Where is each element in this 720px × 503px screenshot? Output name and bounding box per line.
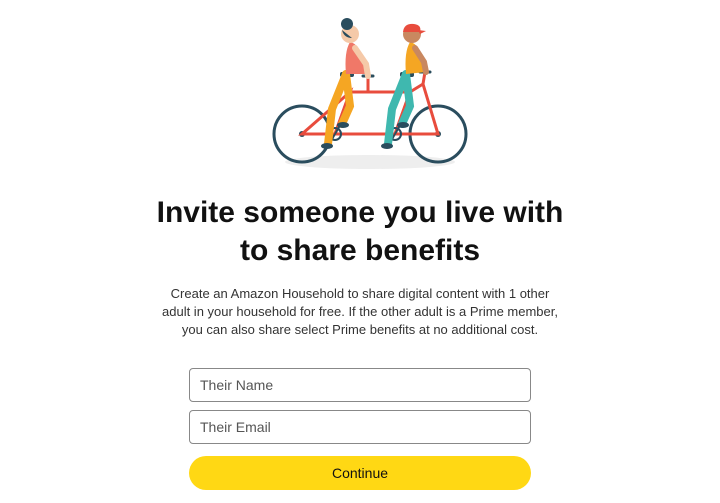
- page-heading: Invite someone you live with to share be…: [150, 194, 570, 269]
- tandem-bike-illustration: [240, 14, 480, 174]
- invite-form: Continue: [189, 368, 531, 490]
- name-input[interactable]: [189, 368, 531, 402]
- continue-button[interactable]: Continue: [189, 456, 531, 490]
- page-description: Create an Amazon Household to share digi…: [160, 285, 560, 340]
- email-input[interactable]: [189, 410, 531, 444]
